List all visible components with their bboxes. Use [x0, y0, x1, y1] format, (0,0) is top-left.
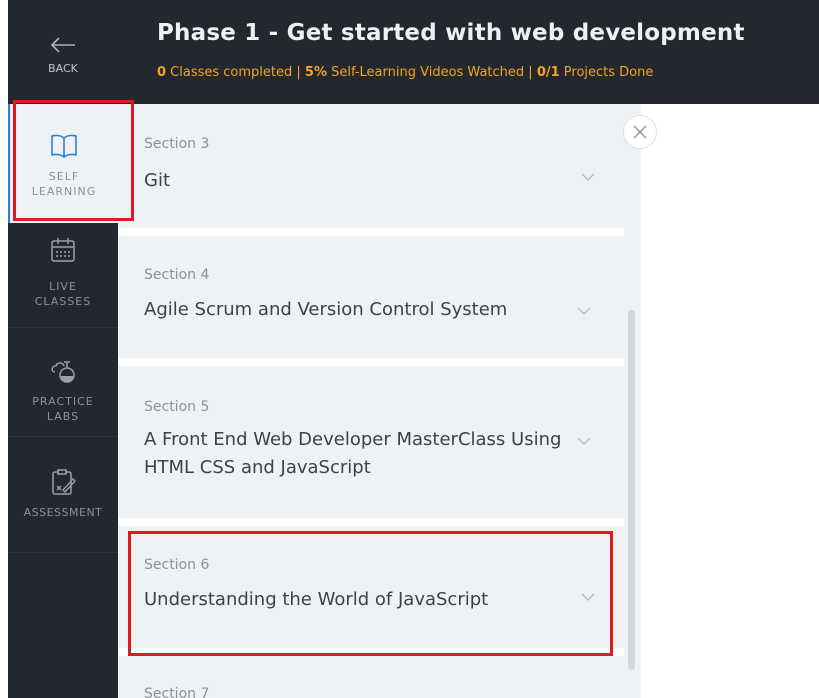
nav-item-label: PRACTICE LABS — [32, 395, 94, 423]
back-button[interactable]: BACK — [8, 0, 118, 104]
section-divider — [118, 228, 624, 236]
section-label: Section 3 — [144, 136, 210, 152]
section-label: Section 7 — [144, 686, 210, 698]
section-card-5[interactable]: Section 5 A Front End Web Developer Mast… — [118, 366, 624, 518]
nav-item-live-classes[interactable]: LIVE CLASSES — [8, 223, 118, 328]
projects-done-label: Projects Done — [559, 65, 654, 80]
nav-item-self-learning[interactable]: SELF LEARNING — [8, 104, 118, 223]
section-label: Section 4 — [144, 267, 210, 283]
section-title: A Front End Web Developer MasterClass Us… — [144, 429, 562, 478]
close-icon — [633, 125, 647, 139]
calendar-icon — [51, 238, 75, 262]
section-card-6[interactable]: Section 6 Understanding the World of Jav… — [118, 526, 624, 648]
book-icon — [51, 134, 77, 158]
close-button[interactable] — [623, 115, 657, 149]
section-label: Section 5 — [144, 399, 210, 415]
projects-done-count: 0/1 — [536, 65, 560, 80]
section-title: Git — [144, 170, 171, 191]
progress-summary: 0 Classes completed | 5% Self-Learning V… — [157, 65, 653, 80]
nav-item-practice-labs[interactable]: PRACTICE LABS — [8, 328, 118, 437]
section-label: Section 6 — [144, 557, 210, 573]
arrow-left-icon — [50, 37, 75, 53]
scrollbar-thumb[interactable] — [628, 310, 635, 670]
videos-watched-label: Self-Learning Videos Watched | — [326, 65, 537, 80]
section-card-7[interactable]: Section 7 — [118, 656, 624, 698]
clipboard-icon — [52, 469, 76, 495]
page-title: Phase 1 - Get started with web developme… — [157, 20, 745, 46]
classes-completed-label: Classes completed | — [166, 65, 305, 80]
nav-item-label: LIVE CLASSES — [34, 280, 92, 308]
chevron-down-icon[interactable] — [576, 306, 592, 316]
back-label: BACK — [48, 62, 78, 75]
nav-item-assessment[interactable]: ASSESSMENT — [8, 437, 118, 553]
videos-watched-percent: 5% — [304, 65, 327, 80]
section-divider — [118, 518, 624, 526]
chevron-down-icon[interactable] — [576, 436, 592, 446]
page-header: Phase 1 - Get started with web developme… — [118, 0, 819, 104]
nav-item-label: ASSESSMENT — [23, 506, 103, 519]
classes-completed-count: 0 — [157, 65, 167, 80]
section-divider — [118, 648, 624, 656]
section-title: Understanding the World of JavaScript — [144, 589, 489, 610]
nav-rail: BACK SELF LEARNING LIVE CLASSES PRACTICE… — [8, 0, 118, 698]
section-card-4[interactable]: Section 4 Agile Scrum and Version Contro… — [118, 236, 624, 358]
section-title: Agile Scrum and Version Control System — [144, 299, 508, 320]
section-divider — [118, 358, 624, 366]
chevron-down-icon[interactable] — [580, 592, 596, 602]
nav-item-label: SELF LEARNING — [31, 170, 97, 198]
chevron-down-icon[interactable] — [580, 172, 596, 182]
section-card-3[interactable]: Section 3 Git — [118, 104, 624, 228]
flask-icon — [51, 361, 75, 383]
sections-panel: Section 3 Git Section 4 Agile Scrum and … — [118, 104, 641, 698]
left-edge-strip — [0, 0, 8, 698]
